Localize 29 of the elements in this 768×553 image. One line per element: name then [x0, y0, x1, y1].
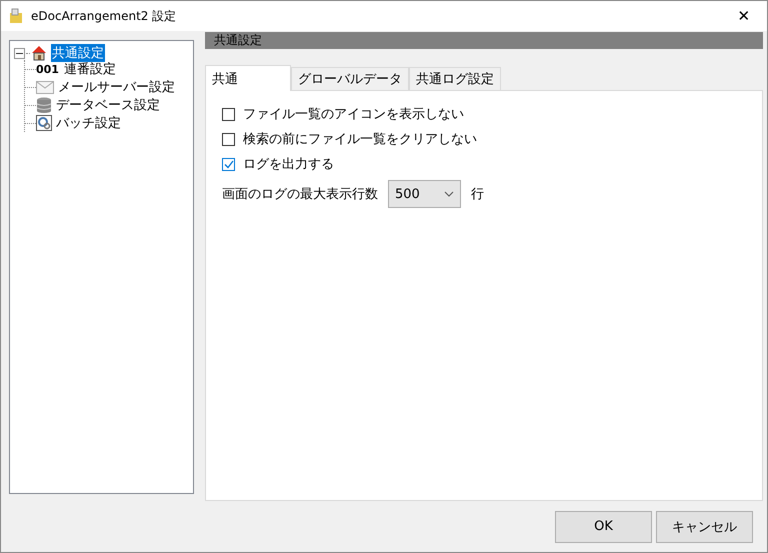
checkbox[interactable] — [222, 132, 235, 146]
collapse-toggle[interactable] — [14, 48, 25, 58]
tree-item[interactable]: データベース設定 — [55, 96, 161, 114]
checkbox[interactable] — [222, 108, 235, 120]
tree-item[interactable]: バッチ設定 — [55, 114, 122, 132]
tree-item[interactable]: メールサーバー設定 — [57, 78, 176, 96]
gear-icon — [36, 115, 52, 131]
ok-button[interactable]: OK — [555, 510, 652, 542]
envelope-icon — [36, 80, 54, 94]
max-lines-label: 画面のログの最大表示行数 — [222, 186, 378, 203]
unit-label: 行 — [471, 186, 484, 203]
checkbox-label: 検索の前にファイル一覧をクリアしない — [243, 131, 477, 148]
tree-item[interactable]: 連番設定 — [62, 60, 117, 78]
chevron-down-icon — [444, 191, 454, 197]
checkbox-label: ログを出力する — [243, 156, 334, 173]
number-icon: 001 — [36, 62, 59, 76]
tree-item[interactable]: 共通設定 — [51, 44, 105, 62]
cancel-button[interactable]: キャンセル — [656, 510, 753, 542]
close-button[interactable]: ✕ — [721, 1, 767, 31]
section-header: 共通設定 — [205, 32, 763, 49]
folder-icon — [9, 8, 23, 24]
checkbox-label: ファイル一覧のアイコンを表示しない — [243, 106, 464, 123]
house-icon — [30, 45, 48, 61]
checkbox[interactable] — [222, 158, 235, 170]
window-title: eDocArrangement2 設定 — [31, 8, 178, 24]
max-lines-dropdown[interactable]: 500 — [388, 180, 461, 208]
tab[interactable]: グローバルデータ — [291, 67, 409, 90]
tab[interactable]: 共通ログ設定 — [409, 67, 501, 90]
tab[interactable]: 共通 — [205, 65, 291, 91]
